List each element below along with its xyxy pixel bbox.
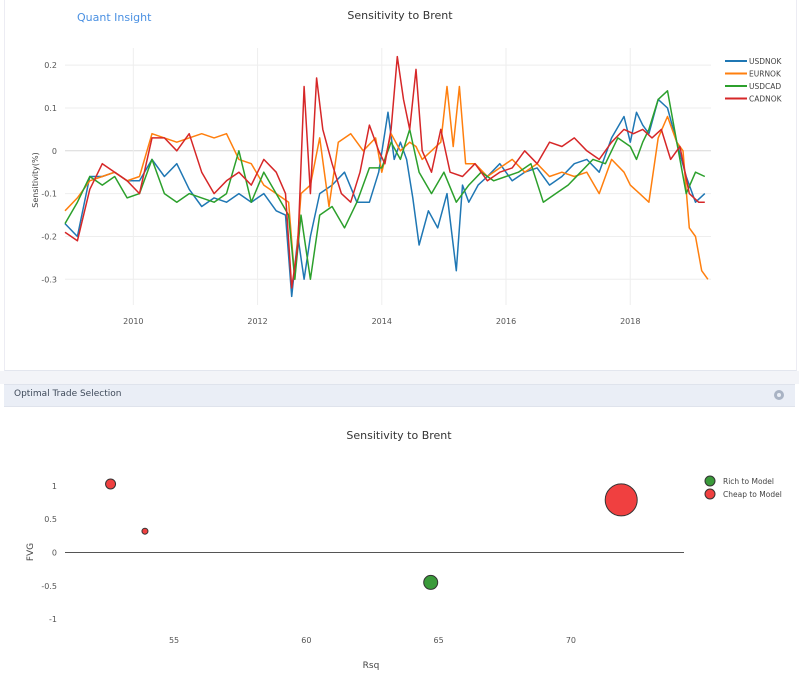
y-axis-label: FVG [26, 543, 36, 561]
x-tick-label: 2010 [123, 317, 143, 326]
legend-marker [704, 475, 716, 487]
legend-label[interactable]: Rich to Model [723, 477, 774, 486]
chart-title: Sensitivity to Brent [346, 429, 452, 442]
y-tick-label: 1 [52, 482, 57, 491]
y-axis-label: Sensitivity(%) [31, 152, 40, 208]
y-tick-label: 0 [52, 548, 57, 557]
series-line-usdcad[interactable] [64, 90, 706, 281]
x-tick-label: 2016 [496, 317, 516, 326]
bubble-rich-to-model[interactable] [423, 574, 439, 590]
y-tick-label: -0.1 [41, 190, 57, 199]
x-tick-label: 65 [434, 636, 444, 645]
panel-title: Optimal Trade Selection [14, 389, 122, 399]
y-tick-label: 0.1 [44, 104, 57, 113]
series-line-eurnok[interactable] [64, 85, 709, 281]
bubble-cheap-to-model[interactable] [105, 478, 117, 490]
x-tick-label: 60 [301, 636, 311, 645]
bubble-cheap-to-model[interactable] [604, 483, 638, 517]
y-tick-label: -0.2 [41, 232, 57, 241]
series-line-usdnok[interactable] [64, 98, 706, 298]
legend-label[interactable]: Cheap to Model [723, 490, 782, 499]
x-tick-label: 2012 [247, 317, 267, 326]
bubble-cheap-to-model[interactable] [141, 527, 149, 535]
trade-selection-scatter[interactable]: Sensitivity to Brent 1 0.5 0 -0.5 -1 55 60 65 70 R… [0, 406, 799, 683]
legend-label[interactable]: CADNOK [749, 95, 783, 104]
gear-icon[interactable] [773, 389, 785, 401]
legend-label[interactable]: USDCAD [749, 82, 781, 91]
sensitivity-chart-card: Quant Insight Sensitivity to Brent 0.2 0.1… [4, 0, 797, 371]
legend-marker [704, 488, 716, 500]
sensitivity-line-chart[interactable]: Sensitivity to Brent 0.2 0.1 0 -0.1 -0.2 -0.3 2… [5, 0, 796, 370]
x-axis-label: Rsq [363, 661, 380, 671]
y-tick-label: -0.5 [41, 582, 57, 591]
legend-label[interactable]: USDNOK [749, 57, 783, 66]
chart-title: Sensitivity to Brent [347, 9, 453, 22]
y-tick-label: -1 [49, 615, 57, 624]
y-tick-label: -0.3 [41, 275, 57, 284]
y-tick-label: 0.2 [44, 61, 57, 70]
x-tick-label: 2014 [372, 317, 392, 326]
panel-header: Optimal Trade Selection [4, 384, 795, 407]
legend-label[interactable]: EURNOK [749, 70, 782, 79]
y-tick-label: 0 [52, 147, 57, 156]
brand-link[interactable]: Quant Insight [77, 11, 151, 24]
x-tick-label: 55 [169, 636, 179, 645]
x-tick-label: 70 [566, 636, 576, 645]
y-tick-label: 0.5 [44, 515, 57, 524]
x-tick-label: 2018 [620, 317, 640, 326]
section-divider [0, 371, 799, 384]
